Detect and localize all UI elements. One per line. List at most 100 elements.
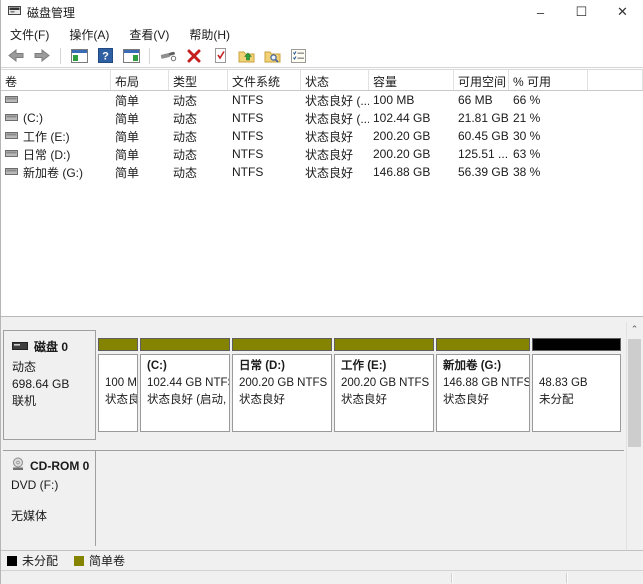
cdrom-name: CD-ROM 0: [30, 458, 90, 473]
volume-name: 工作 (E:): [23, 129, 70, 144]
table-cell: 简单: [115, 93, 140, 108]
volume-icon: [5, 129, 18, 143]
page-check-icon[interactable]: [210, 47, 230, 65]
disk0-size: 698.64 GB: [12, 377, 70, 391]
volume-icon: [5, 165, 18, 179]
table-cell: 56.39 GB: [458, 165, 509, 179]
close-button[interactable]: ✕: [602, 0, 643, 24]
partition-block[interactable]: 新加卷 (G:) 146.88 GB NTFS 状态良好: [436, 338, 530, 432]
action-pane-icon[interactable]: [121, 47, 141, 65]
cdrom-drive: DVD (F:): [11, 478, 59, 492]
volume-name: (C:): [23, 111, 43, 125]
toolbar-separator: [60, 47, 61, 64]
menu-view[interactable]: 查看(V): [129, 26, 169, 43]
table-cell: 102.44 GB: [373, 111, 431, 125]
partition-text-line: 200.20 GB NTFS: [341, 377, 430, 389]
menu-file[interactable]: 文件(F): [10, 26, 49, 43]
partition-block[interactable]: (C:) 102.44 GB NTFS 状态良好 (启动, 页: [140, 338, 230, 432]
folder-search-icon[interactable]: [262, 47, 282, 65]
partition-text-line: 100 M: [105, 377, 137, 389]
help-icon[interactable]: ?: [95, 47, 115, 65]
partition-block[interactable]: 48.83 GB 未分配: [532, 338, 621, 432]
legend-bar: 未分配 简单卷: [1, 550, 643, 570]
scrollbar-thumb[interactable]: [628, 339, 641, 447]
column-header-volume[interactable]: 卷: [1, 70, 111, 90]
partition-block[interactable]: 日常 (D:) 200.20 GB NTFS 状态良好: [232, 338, 332, 432]
disk0-info-panel[interactable]: 磁盘 0 动态 698.64 GB 联机: [3, 330, 96, 440]
volume-table-header: 卷 布局 类型 文件系统 状态 容量 可用空间 % 可用: [1, 69, 643, 91]
delete-volume-icon[interactable]: [184, 47, 204, 65]
table-cell: 状态良好 (...: [305, 111, 369, 126]
cdrom-info-panel[interactable]: CD-ROM 0 DVD (F:) 无媒体: [3, 451, 96, 546]
partition-color-strip: [140, 338, 230, 351]
partition-color-strip: [98, 338, 138, 351]
menu-action[interactable]: 操作(A): [69, 26, 109, 43]
column-header-pct[interactable]: % 可用: [509, 70, 588, 90]
partition-info: 新加卷 (G:) 146.88 GB NTFS 状态良好: [436, 354, 530, 432]
partition-block[interactable]: 100 M 状态良: [98, 338, 138, 432]
partition-text-line: (C:): [147, 360, 167, 372]
volume-icon: [5, 111, 18, 125]
checklist-icon[interactable]: [288, 47, 308, 65]
disk0-partitions: 100 M状态良(C:)102.44 GB NTFS状态良好 (启动, 页日常 …: [98, 338, 621, 432]
table-cell: 125.51 ...: [458, 147, 509, 161]
unallocated-color-swatch: [7, 555, 17, 566]
partition-info: 工作 (E:) 200.20 GB NTFS 状态良好: [334, 354, 434, 432]
status-bar: [1, 570, 643, 584]
partition-color-strip: [334, 338, 434, 351]
table-cell: 200.20 GB: [373, 129, 431, 143]
column-header-fs[interactable]: 文件系统: [228, 70, 301, 90]
pointer-tool-icon[interactable]: [158, 47, 178, 65]
table-cell: NTFS: [232, 93, 264, 107]
forward-icon[interactable]: [32, 47, 52, 65]
table-cell: 状态良好: [305, 129, 354, 144]
legend-simple-volume: 简单卷: [74, 552, 125, 569]
table-row[interactable]: 工作 (E:) 简单 动态 NTFS 状态良好 200.20 GB 60.45 GB 30 %: [1, 127, 643, 145]
partition-text-line: 未分配: [539, 394, 574, 406]
vertical-scrollbar[interactable]: ⌃ ⌄: [626, 322, 641, 562]
table-cell: 66 MB: [458, 93, 493, 107]
table-cell: NTFS: [232, 165, 264, 179]
partition-text-line: 状态良好: [239, 394, 285, 406]
volume-name: 新加卷 (G:): [23, 165, 83, 180]
column-header-type[interactable]: 类型: [169, 70, 228, 90]
column-header-layout[interactable]: 布局: [111, 70, 169, 90]
column-header-capacity[interactable]: 容量: [369, 70, 454, 90]
table-cell: 21 %: [513, 111, 541, 125]
volume-table-body: 简单 动态 NTFS 状态良好 (... 100 MB 66 MB 66 % (C:) 简单 动态…: [1, 91, 643, 181]
table-cell: 30 %: [513, 129, 541, 143]
partition-color-strip: [532, 338, 621, 351]
back-icon[interactable]: [6, 47, 26, 65]
table-cell: 200.20 GB: [373, 147, 431, 161]
table-cell: NTFS: [232, 111, 264, 125]
minimize-button[interactable]: –: [520, 0, 561, 24]
column-header-status[interactable]: 状态: [301, 70, 369, 90]
window-title: 磁盘管理: [27, 5, 76, 20]
table-row[interactable]: 简单 动态 NTFS 状态良好 (... 100 MB 66 MB 66 %: [1, 91, 643, 109]
menu-help[interactable]: 帮助(H): [189, 26, 230, 43]
partition-text-line: [539, 358, 620, 375]
folder-up-icon[interactable]: [236, 47, 256, 65]
volume-list-pane: 卷 布局 类型 文件系统 状态 容量 可用空间 % 可用 简单 动态 NTFS 状态良…: [1, 69, 643, 316]
partition-text-line: 新加卷 (G:): [443, 360, 502, 372]
partition-color-strip: [436, 338, 530, 351]
partition-text-line: 状态良好: [341, 394, 387, 406]
volume-icon: [5, 93, 18, 107]
maximize-button[interactable]: ☐: [561, 0, 602, 24]
table-row[interactable]: 新加卷 (G:) 简单 动态 NTFS 状态良好 146.88 GB 56.39 GB 38 …: [1, 163, 643, 181]
statusbar-divider: [566, 573, 567, 583]
partition-block[interactable]: 工作 (E:) 200.20 GB NTFS 状态良好: [334, 338, 434, 432]
table-cell: NTFS: [232, 129, 264, 143]
partition-info: 日常 (D:) 200.20 GB NTFS 状态良好: [232, 354, 332, 432]
column-header-free[interactable]: 可用空间: [454, 70, 509, 90]
partition-text-line: [105, 358, 137, 375]
table-cell: 简单: [115, 165, 140, 180]
disk-icon: [12, 340, 28, 354]
scroll-up-icon[interactable]: ⌃: [627, 322, 642, 337]
table-cell: 简单: [115, 147, 140, 162]
cdrom-icon: [11, 457, 25, 474]
table-row[interactable]: 日常 (D:) 简单 动态 NTFS 状态良好 200.20 GB 125.51 ... 63…: [1, 145, 643, 163]
console-tree-icon[interactable]: [69, 47, 89, 65]
table-cell: 63 %: [513, 147, 541, 161]
table-row[interactable]: (C:) 简单 动态 NTFS 状态良好 (... 102.44 GB 21.81 GB 21…: [1, 109, 643, 127]
